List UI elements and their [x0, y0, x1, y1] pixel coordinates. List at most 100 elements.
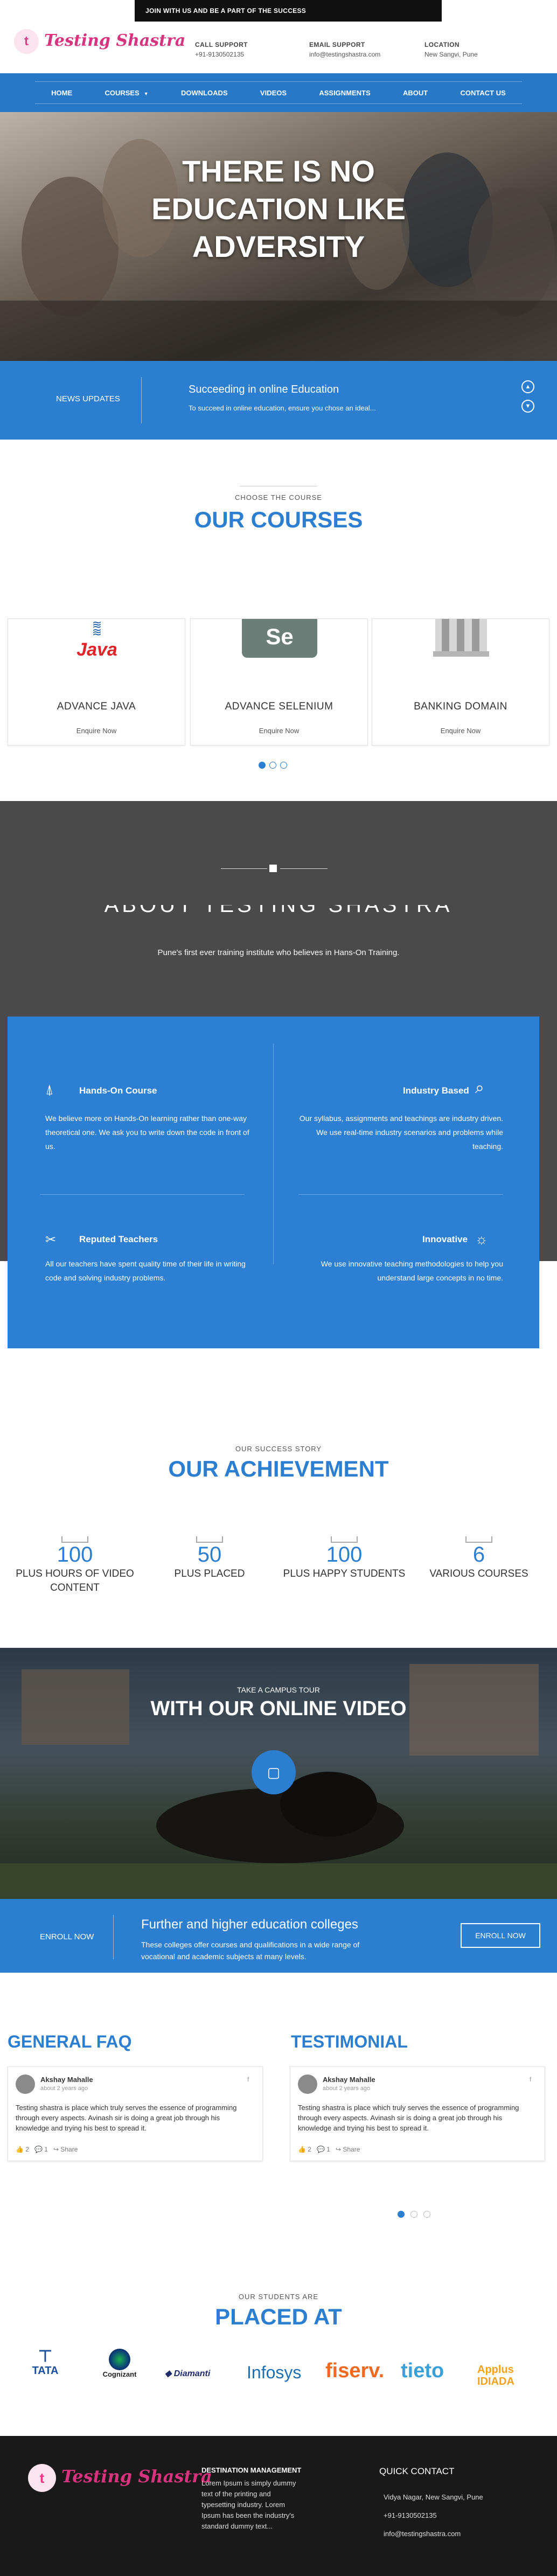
hero-line-3: ADVERSITY: [192, 229, 365, 263]
course-card-selenium[interactable]: Se ADVANCE SELENIUM Enquire Now: [190, 618, 368, 746]
stat-item: 6 VARIOUS COURSES: [412, 1536, 546, 1581]
divider: [298, 1194, 503, 1195]
footer-destination-title: DESTINATION MANAGEMENT: [201, 2466, 302, 2474]
nav-contact[interactable]: CONTACT US: [461, 89, 506, 97]
email-support-label: EMAIL SUPPORT: [309, 41, 365, 48]
carousel-dot-active[interactable]: [259, 762, 266, 769]
footer-email[interactable]: info@testingshastra.com: [384, 2529, 461, 2539]
feature-text: We believe more on Hands-On learning rat…: [45, 1114, 249, 1151]
news-title[interactable]: Succeeding in online Education: [189, 384, 339, 396]
book-icon: [465, 1536, 492, 1543]
feature-title: Innovative: [422, 1234, 468, 1244]
campus-video-section: TAKE A CAMPUS TOUR WITH OUR ONLINE VIDEO…: [0, 1648, 557, 1899]
stat-number: 100: [326, 1543, 363, 1567]
nav-courses-label: COURSES: [105, 88, 140, 97]
nav-downloads[interactable]: DOWNLOADS: [181, 89, 228, 97]
carousel-dot[interactable]: [280, 762, 287, 769]
call-support-label: CALL SUPPORT: [195, 41, 248, 48]
nav-courses[interactable]: COURSES ▼: [105, 89, 148, 97]
facebook-icon[interactable]: f: [247, 2076, 249, 2083]
courses-heading: CHOOSE THE COURSE OUR COURSES: [0, 486, 557, 533]
news-updates-bar: NEWS UPDATES Succeeding in online Educat…: [0, 361, 557, 440]
email-support-address[interactable]: info@testingshastra.com: [309, 51, 380, 58]
client-name: Cognizant: [102, 2370, 137, 2378]
achievement-title: OUR ACHIEVEMENT: [168, 1456, 389, 1481]
post-text: Testing shastra is place which truly ser…: [16, 2104, 237, 2132]
bank-icon: [433, 619, 489, 657]
divider: [280, 868, 328, 869]
enquire-now-button[interactable]: Enquire Now: [8, 727, 185, 735]
logo-icon[interactable]: t: [14, 29, 39, 54]
post-time: about 2 years ago: [40, 2085, 88, 2092]
site-header: t Testing Shastra CALL SUPPORT +91-91305…: [0, 22, 557, 73]
enroll-now-button[interactable]: ENROLL NOW: [461, 1923, 540, 1948]
site-logo-text[interactable]: Testing Shastra: [44, 31, 185, 50]
share-icon[interactable]: ↪: [336, 2146, 343, 2153]
footer-address: Vidya Nagar, New Sangvi, Pune: [384, 2493, 483, 2501]
announcement-text: JOIN WITH US AND BE A PART OF THE SUCCES…: [145, 7, 307, 15]
share-button[interactable]: Share: [60, 2146, 78, 2153]
avatar: [298, 2074, 317, 2094]
stat-label: PLUS HAPPY STUDENTS: [283, 1568, 406, 1579]
feature-title: Hands-On Course: [79, 1085, 157, 1096]
client-logo-diamanti: ◆ Diamanti: [165, 2368, 210, 2379]
course-card-banking[interactable]: BANKING DOMAIN Enquire Now: [372, 618, 549, 746]
carousel-dot[interactable]: [423, 2211, 430, 2218]
comment-icon[interactable]: 💬: [34, 2146, 44, 2153]
carousel-dot[interactable]: [410, 2211, 417, 2218]
testimonial-title: TESTIMONIAL: [291, 2032, 408, 2051]
facebook-icon[interactable]: f: [530, 2076, 531, 2083]
hero-banner: THERE IS NO EDUCATION LIKE ADVERSITY: [0, 112, 557, 361]
client-name: Diamanti: [173, 2369, 211, 2378]
smile-icon: [331, 1536, 358, 1543]
about-title-clip: ABOUT TESTING SHASTRA: [0, 905, 557, 918]
call-support-number[interactable]: +91-9130502135: [195, 51, 248, 58]
nav-assignments[interactable]: ASSIGNMENTS: [319, 89, 370, 97]
chevron-down-icon: ▼: [143, 90, 149, 96]
post-time: about 2 years ago: [323, 2085, 371, 2092]
achievement-subtitle: OUR SUCCESS STORY: [235, 1445, 322, 1453]
like-icon[interactable]: 👍: [298, 2146, 308, 2153]
enroll-banner: ENROLL NOW Further and higher education …: [0, 1899, 557, 1973]
achievement-stats: 100 PLUS HOURS OF VIDEO CONTENT 50 PLUS …: [0, 1536, 557, 1628]
stat-label: VARIOUS COURSES: [429, 1568, 528, 1579]
footer-phone[interactable]: +91-9130502135: [384, 2510, 437, 2521]
play-video-button[interactable]: ▢: [252, 1750, 296, 1794]
client-logo-fiserv: fiserv.: [325, 2359, 385, 2382]
chevron-down-icon[interactable]: ▼: [521, 400, 534, 413]
selenium-logo-text: Se: [266, 624, 294, 649]
like-icon[interactable]: 👍: [16, 2146, 25, 2153]
client-logo-tata: ⊤ TATA: [24, 2349, 67, 2377]
nav-about[interactable]: ABOUT: [403, 89, 428, 97]
enquire-now-button[interactable]: Enquire Now: [191, 727, 367, 735]
courses-subtitle: CHOOSE THE COURSE: [235, 493, 322, 502]
enroll-title: Further and higher education colleges: [141, 1917, 358, 1932]
footer-logo-text[interactable]: Testing Shastra: [61, 2466, 212, 2487]
main-navigation: HOME COURSES ▼ DOWNLOADS VIDEOS ASSIGNMEN…: [0, 73, 557, 112]
client-logo-tieto: tieto: [401, 2359, 444, 2382]
video-subtitle: TAKE A CAMPUS TOUR: [236, 1686, 321, 1694]
carousel-dot[interactable]: [269, 762, 276, 769]
chevron-up-icon[interactable]: ▲: [521, 380, 534, 393]
footer-destination-text: Lorem Ipsum is simply dummy text of the …: [201, 2479, 296, 2530]
feature-text: We use innovative teaching methodologies…: [321, 1259, 503, 1282]
share-icon[interactable]: ↪: [53, 2146, 60, 2153]
share-button[interactable]: Share: [343, 2146, 360, 2153]
post-actions: 👍 2 💬 1 ↪ Share: [16, 2146, 78, 2153]
selenium-logo-icon: Se: [242, 619, 317, 658]
enquire-now-button[interactable]: Enquire Now: [372, 727, 549, 735]
post-author[interactable]: Akshay Mahalle: [323, 2076, 375, 2084]
comment-icon[interactable]: 💬: [317, 2146, 326, 2153]
post-author[interactable]: Akshay Mahalle: [40, 2076, 93, 2084]
tata-logo-icon: ⊤: [38, 2348, 53, 2365]
course-name: ADVANCE SELENIUM: [225, 701, 333, 712]
nav-home[interactable]: HOME: [51, 89, 72, 97]
stat-item: 50 PLUS PLACED: [142, 1536, 277, 1581]
courses-title: OUR COURSES: [194, 507, 363, 532]
site-footer: t Testing Shastra DESTINATION MANAGEMENT…: [0, 2436, 557, 2576]
footer-contact-title: QUICK CONTACT: [379, 2466, 455, 2476]
logo-icon[interactable]: t: [28, 2464, 56, 2492]
carousel-dot-active[interactable]: [398, 2211, 405, 2218]
nav-videos[interactable]: VIDEOS: [260, 89, 287, 97]
course-card-java[interactable]: ≋ ≋ Java ADVANCE JAVA Enquire Now: [8, 618, 185, 746]
